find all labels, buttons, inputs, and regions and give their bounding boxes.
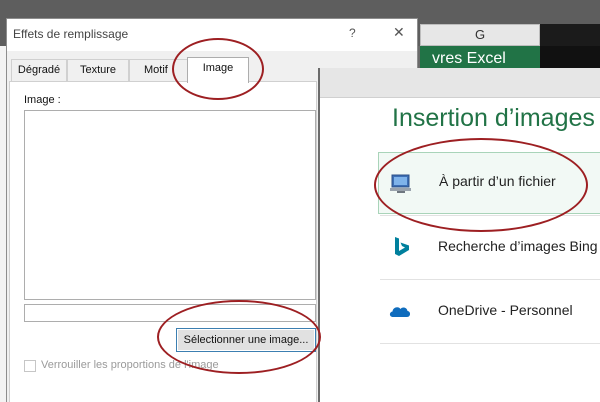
tab-degrade[interactable]: Dégradé bbox=[11, 59, 67, 81]
column-header-h[interactable] bbox=[540, 24, 600, 46]
tab-strip: Dégradé Texture Motif Image bbox=[9, 57, 315, 83]
bing-icon bbox=[388, 236, 412, 258]
option-from-file[interactable]: À partir d’un fichier bbox=[378, 152, 600, 214]
option-onedrive[interactable]: OneDrive - Personnel bbox=[378, 280, 600, 342]
close-icon[interactable]: ✕ bbox=[393, 24, 405, 41]
image-path-field[interactable] bbox=[24, 304, 316, 322]
dialog-title: Effets de remplissage bbox=[13, 27, 129, 41]
computer-icon bbox=[389, 173, 413, 195]
insert-panel-header bbox=[320, 68, 600, 98]
lock-proportions-checkbox[interactable] bbox=[24, 360, 36, 372]
insert-pictures-panel: Insertion d’images À partir d’un fichier… bbox=[318, 68, 600, 402]
column-header-g[interactable]: G bbox=[420, 24, 540, 46]
image-preview bbox=[24, 110, 316, 300]
image-tab-panel: Image : Sélectionner une image... Verrou… bbox=[9, 81, 317, 402]
tab-texture[interactable]: Texture bbox=[67, 59, 129, 81]
tab-image[interactable]: Image bbox=[187, 57, 249, 83]
onedrive-icon bbox=[388, 300, 412, 322]
lock-proportions-label: Verrouiller les proportions de l'image bbox=[41, 359, 219, 371]
dialog-titlebar: Effets de remplissage ? ✕ bbox=[7, 19, 417, 51]
insert-pictures-title: Insertion d’images bbox=[392, 104, 595, 132]
option-bing-label: Recherche d’images Bing bbox=[438, 238, 598, 254]
option-bing-search[interactable]: Recherche d’images Bing bbox=[378, 216, 600, 278]
option-onedrive-label: OneDrive - Personnel bbox=[438, 302, 573, 318]
image-label: Image : bbox=[24, 94, 61, 106]
separator bbox=[380, 343, 600, 344]
option-from-file-label: À partir d’un fichier bbox=[439, 173, 556, 189]
select-image-button[interactable]: Sélectionner une image... bbox=[176, 328, 316, 352]
help-button[interactable]: ? bbox=[349, 26, 356, 40]
tab-motif[interactable]: Motif bbox=[129, 59, 189, 81]
